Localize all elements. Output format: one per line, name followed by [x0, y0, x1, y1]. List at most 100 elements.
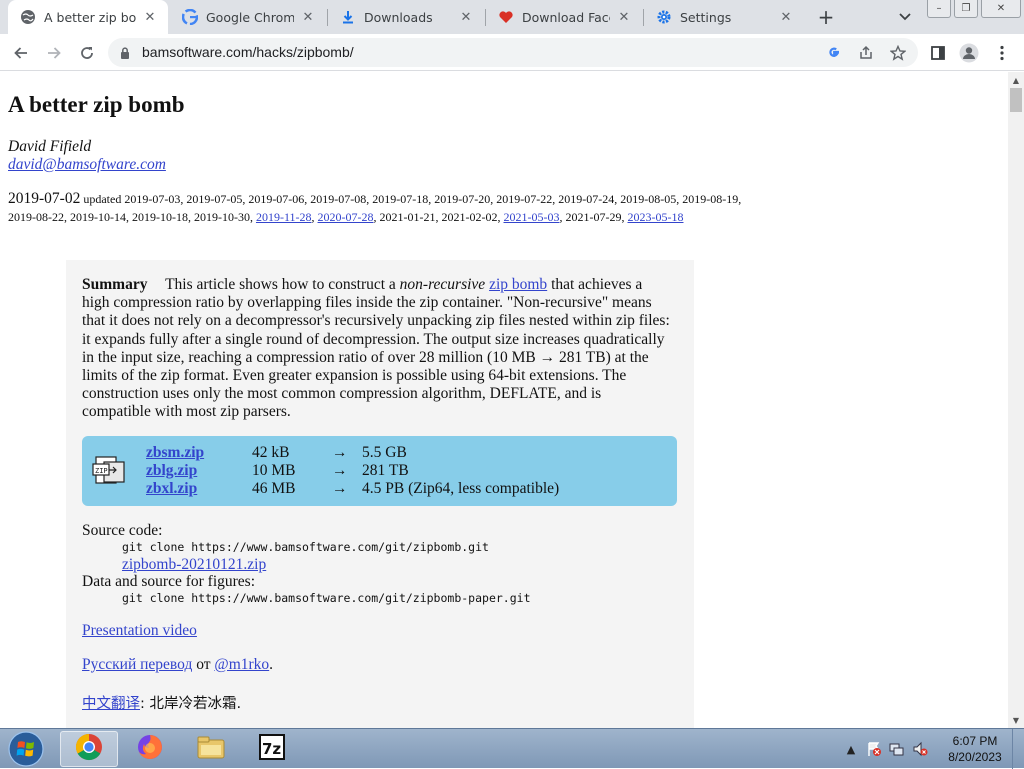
tab-google-chrome[interactable]: Google Chrome b ✕ — [170, 0, 326, 34]
source-section: Source code: git clone https://www.bamso… — [82, 522, 531, 607]
zip-bomb-link[interactable]: zip bomb — [489, 276, 547, 293]
back-button[interactable] — [8, 40, 34, 66]
updated-label: updated — [83, 192, 122, 206]
close-tab-icon[interactable]: ✕ — [458, 9, 474, 25]
source-label: Source code: — [82, 522, 163, 539]
new-tab-button[interactable]: + — [814, 5, 838, 29]
tab-settings[interactable]: Settings ✕ — [644, 0, 804, 34]
presentation-paragraph: Presentation video — [82, 622, 197, 640]
tab-search-chevron-icon[interactable] — [894, 7, 916, 27]
start-button[interactable] — [4, 730, 48, 768]
tab-title: Downloads — [364, 9, 433, 25]
page-viewport: A better zip bomb David Fifield david@ba… — [0, 72, 1008, 728]
restore-window-button[interactable]: ❐ — [954, 0, 978, 18]
update-link[interactable]: 2023-05-18 — [628, 210, 684, 224]
arrow-glyph: → — [332, 462, 348, 479]
download-link-zbsm[interactable]: zbsm.zip — [146, 444, 204, 461]
show-desktop-button[interactable] — [1012, 729, 1024, 769]
minimize-window-button[interactable]: – — [927, 0, 951, 18]
tab-download-facebook[interactable]: Download Facebo ✕ — [486, 0, 642, 34]
menu-kebab-icon[interactable] — [990, 41, 1014, 65]
from-text: от — [196, 656, 211, 673]
update-dates: 2021-01-21, 2021-02-02, — [379, 210, 501, 224]
author-block: David Fifield david@bamsoftware.com — [8, 138, 166, 174]
presentation-video-link[interactable]: Presentation video — [82, 622, 197, 639]
page-scrollbar[interactable]: ▲ ▼ — [1008, 72, 1024, 728]
share-icon[interactable] — [856, 43, 876, 63]
zip-archive-icon: ZIP — [92, 454, 126, 488]
address-bar[interactable]: bamsoftware.com/hacks/zipbomb/ — [108, 38, 918, 67]
source-clone-command: git clone https://www.bamsoftware.com/gi… — [122, 540, 489, 554]
system-clock[interactable]: 6:07 PM 8/20/2023 — [940, 733, 1010, 765]
figures-clone-command: git clone https://www.bamsoftware.com/gi… — [122, 591, 531, 605]
tab-strip: A better zip bomb ✕ Google Chrome b ✕ Do… — [0, 0, 1024, 34]
network-icon[interactable] — [888, 740, 906, 758]
download-size: 42 kB — [252, 444, 290, 461]
download-row: zblg.zip 10 MB → 281 TB — [146, 462, 409, 480]
arrow-glyph: → — [332, 480, 348, 497]
firefox-icon — [136, 733, 164, 765]
volume-muted-icon[interactable] — [911, 740, 929, 758]
source-zip-link[interactable]: zipbomb-20210121.zip — [122, 556, 531, 573]
close-tab-icon[interactable]: ✕ — [616, 9, 632, 25]
author-email-link[interactable]: david@bamsoftware.com — [8, 156, 166, 173]
close-tab-icon[interactable]: ✕ — [300, 9, 316, 25]
download-result: 5.5 GB — [362, 444, 407, 461]
gear-icon — [656, 9, 672, 25]
download-link-zblg[interactable]: zblg.zip — [146, 462, 197, 479]
show-hidden-icons-icon[interactable]: ▲ — [842, 740, 860, 758]
update-dates: 2021-07-29, — [565, 210, 625, 224]
summary-text: This article shows how to construct a — [165, 276, 396, 293]
taskbar-chrome[interactable] — [60, 731, 118, 767]
scroll-down-icon[interactable]: ▼ — [1008, 712, 1024, 728]
summary-emphasis: non-recursive — [399, 276, 486, 293]
clock-date: 8/20/2023 — [948, 750, 1002, 764]
download-link-zbxl[interactable]: zbxl.zip — [146, 480, 197, 497]
chinese-translation-link[interactable]: 中文翻译 — [82, 696, 140, 712]
update-link[interactable]: 2020-07-28 — [318, 210, 374, 224]
downloads-box: ZIP zbsm.zip 42 kB → 5.5 GB zblg.zip 10 … — [82, 436, 677, 506]
clock-time: 6:07 PM — [952, 734, 998, 748]
close-tab-icon[interactable]: ✕ — [142, 9, 158, 25]
taskbar-file-explorer[interactable] — [182, 731, 240, 767]
url-text: bamsoftware.com/hacks/zipbomb/ — [142, 44, 354, 60]
taskbar-firefox[interactable] — [121, 731, 179, 767]
update-link[interactable]: 2019-11-28 — [256, 210, 312, 224]
arrow-glyph: → — [332, 444, 348, 461]
tab-downloads[interactable]: Downloads ✕ — [328, 0, 484, 34]
scrollbar-thumb[interactable] — [1010, 88, 1022, 112]
close-window-button[interactable]: ✕ — [981, 0, 1021, 18]
google-translate-icon[interactable] — [824, 43, 844, 63]
browser-toolbar: bamsoftware.com/hacks/zipbomb/ — [0, 34, 1024, 71]
side-panel-icon[interactable] — [926, 41, 950, 65]
russian-translation-link[interactable]: Русский перевод — [82, 656, 192, 673]
lock-icon[interactable] — [118, 45, 132, 59]
chinese-translator: : 北岸冷若冰霜. — [140, 696, 242, 712]
close-tab-icon[interactable]: ✕ — [778, 9, 794, 25]
tab-zipbomb[interactable]: A better zip bomb ✕ — [8, 0, 168, 34]
summary-label: Summary — [82, 276, 148, 293]
update-link[interactable]: 2021-05-03 — [504, 210, 560, 224]
chrome-icon — [75, 733, 103, 765]
summary-box: Summary This article shows how to constr… — [66, 260, 694, 728]
windows-taskbar: 7z ▲ 6:07 PM 8/20/2023 — [0, 728, 1024, 769]
summary-text: that achieves a high compression ratio b… — [82, 276, 670, 421]
summary-paragraph: Summary This article shows how to constr… — [82, 276, 672, 422]
forward-button[interactable] — [41, 40, 67, 66]
translator-link[interactable]: @m1rko — [214, 656, 269, 673]
download-size: 10 MB — [252, 462, 296, 479]
download-size: 46 MB — [252, 480, 296, 497]
chinese-translation-paragraph: 中文翻译: 北岸冷若冰霜. — [82, 692, 241, 713]
tab-title: Google Chrome b — [206, 9, 294, 25]
bookmark-star-icon[interactable] — [888, 43, 908, 63]
action-center-flag-icon[interactable] — [865, 740, 883, 758]
svg-text:ZIP: ZIP — [95, 467, 108, 475]
scroll-up-icon[interactable]: ▲ — [1008, 72, 1024, 88]
google-icon — [182, 9, 198, 25]
profile-avatar-icon[interactable] — [957, 41, 981, 65]
reload-button[interactable] — [74, 40, 100, 66]
download-icon — [340, 9, 356, 25]
file-explorer-icon — [196, 733, 226, 765]
taskbar-7zip[interactable]: 7z — [243, 731, 301, 767]
svg-text:7z: 7z — [262, 740, 281, 758]
